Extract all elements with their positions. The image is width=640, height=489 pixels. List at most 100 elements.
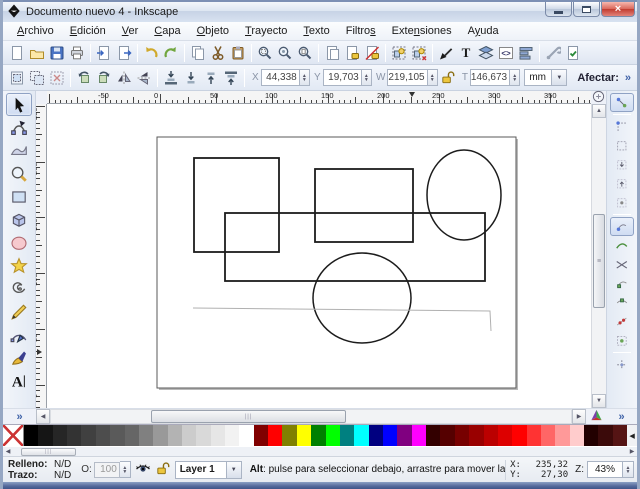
x-field[interactable]: 44,338 — [261, 69, 300, 86]
color-swatch-7[interactable] — [125, 425, 139, 446]
snap-object-centers-button[interactable] — [610, 331, 634, 350]
height-field[interactable]: 146,673 — [470, 69, 510, 86]
color-swatch-5[interactable] — [96, 425, 110, 446]
palette-scroll-right-button[interactable]: ▶ — [627, 447, 637, 456]
minimize-button[interactable] — [545, 2, 572, 17]
opacity-field[interactable]: 100 — [94, 462, 120, 478]
vertical-ruler[interactable]: 250200150100500 — [36, 104, 47, 408]
fill-stroke-dialog-icon[interactable] — [436, 43, 456, 63]
rotate-ccw-icon[interactable] — [74, 68, 94, 88]
layer-lock-toggle[interactable] — [155, 461, 171, 479]
menu-edición[interactable]: Edición — [62, 23, 114, 39]
color-swatch-33[interactable] — [498, 425, 512, 446]
fill-stroke-indicator[interactable]: Relleno:N/D Trazo:N/D — [3, 459, 71, 481]
snapbar-overflow-chevron[interactable]: » — [618, 411, 624, 423]
current-layer[interactable]: Layer 1 — [175, 461, 227, 479]
enable-snapping-button[interactable] — [610, 93, 634, 112]
color-swatch-26[interactable] — [397, 425, 411, 446]
unit-selector[interactable]: mm▼ — [524, 69, 567, 86]
export-icon[interactable] — [114, 43, 134, 63]
color-swatch-29[interactable] — [440, 425, 454, 446]
zoom-drawing-icon[interactable] — [275, 43, 295, 63]
import-icon[interactable] — [94, 43, 114, 63]
duplicate-icon[interactable] — [322, 43, 342, 63]
color-swatch-31[interactable] — [469, 425, 483, 446]
preferences-icon[interactable] — [543, 43, 563, 63]
color-swatch-40[interactable] — [598, 425, 612, 446]
align-dialog-icon[interactable] — [516, 43, 536, 63]
snap-midpoints-button[interactable] — [610, 312, 634, 331]
color-swatch-14[interactable] — [225, 425, 239, 446]
snap-paths-button[interactable] — [610, 236, 634, 255]
maximize-button[interactable] — [573, 2, 600, 17]
menu-archivo[interactable]: Archivo — [9, 23, 62, 39]
color-swatch-19[interactable] — [297, 425, 311, 446]
menu-ver[interactable]: Ver — [114, 23, 147, 39]
paste-icon[interactable] — [228, 43, 248, 63]
color-swatch-0[interactable] — [24, 425, 38, 446]
color-swatch-2[interactable] — [53, 425, 67, 446]
rect-tool-button[interactable] — [6, 185, 32, 208]
menu-ayuda[interactable]: Ayuda — [460, 23, 507, 39]
color-swatch-38[interactable] — [570, 425, 584, 446]
document-properties-icon[interactable] — [563, 43, 583, 63]
tweak-tool-button[interactable] — [6, 139, 32, 162]
tool-options-overflow-chevron[interactable]: » — [625, 72, 631, 84]
y-field[interactable]: 19,703 — [323, 69, 362, 86]
color-swatch-41[interactable] — [613, 425, 627, 446]
no-color-swatch[interactable] — [3, 425, 24, 446]
scroll-right-button[interactable]: ▶ — [572, 409, 586, 424]
redo-icon[interactable] — [161, 43, 181, 63]
color-swatch-23[interactable] — [354, 425, 368, 446]
color-swatch-9[interactable] — [153, 425, 167, 446]
snap-bbox-button[interactable] — [610, 117, 634, 136]
scroll-up-button[interactable]: ▲ — [592, 104, 606, 118]
raise-to-top-icon[interactable] — [221, 68, 241, 88]
unit-dropdown-button[interactable]: ▼ — [552, 69, 567, 86]
lower-to-bottom-icon[interactable] — [161, 68, 181, 88]
menu-texto[interactable]: Texto — [295, 23, 337, 39]
color-swatch-35[interactable] — [527, 425, 541, 446]
zoom-page-icon[interactable] — [295, 43, 315, 63]
calligraphy-tool-button[interactable] — [6, 346, 32, 369]
width-field[interactable]: 219,105 — [387, 69, 427, 86]
color-swatch-24[interactable] — [369, 425, 383, 446]
star-tool-button[interactable] — [6, 254, 32, 277]
height-field-spinner[interactable]: ▲▼ — [510, 69, 520, 86]
print-icon[interactable] — [67, 43, 87, 63]
horizontal-scroll-track[interactable]: ||| — [50, 409, 572, 424]
rotate-cw-icon[interactable] — [94, 68, 114, 88]
title-bar[interactable]: Documento nuevo 4 - Inkscape × — [3, 0, 637, 22]
layer-dropdown-button[interactable]: ▼ — [227, 461, 242, 479]
color-swatch-4[interactable] — [81, 425, 95, 446]
palette-scroll-left-button[interactable]: ◀ — [3, 447, 13, 456]
snap-bbox-edges-button[interactable] — [610, 136, 634, 155]
unit-value[interactable]: mm — [524, 69, 552, 86]
save-document-icon[interactable] — [47, 43, 67, 63]
color-swatch-18[interactable] — [282, 425, 296, 446]
zoom-selection-icon[interactable] — [255, 43, 275, 63]
palette-scroll-thumb[interactable]: ||| — [21, 448, 76, 456]
color-swatch-27[interactable] — [412, 425, 426, 446]
menu-extensiones[interactable]: Extensiones — [384, 23, 460, 39]
snap-path-intersections-button[interactable] — [610, 255, 634, 274]
y-field-spinner[interactable]: ▲▼ — [362, 69, 372, 86]
flip-horizontal-icon[interactable] — [114, 68, 134, 88]
color-swatch-25[interactable] — [383, 425, 397, 446]
group-icon[interactable] — [389, 43, 409, 63]
vertical-scroll-track[interactable]: ≡ — [592, 118, 606, 394]
cut-icon[interactable] — [208, 43, 228, 63]
zoom-field[interactable]: 43% — [587, 461, 623, 478]
color-swatch-17[interactable] — [268, 425, 282, 446]
snap-nodes-button[interactable] — [610, 217, 634, 236]
ungroup-icon[interactable] — [409, 43, 429, 63]
snap-bbox-corners-button[interactable] — [610, 155, 634, 174]
width-field-spinner[interactable]: ▲▼ — [428, 69, 438, 86]
xml-editor-icon[interactable]: <> — [496, 43, 516, 63]
snap-bbox-edge-midpoints-button[interactable] — [610, 174, 634, 193]
scroll-down-button[interactable]: ▼ — [592, 394, 606, 408]
menu-objeto[interactable]: Objeto — [189, 23, 237, 39]
color-managed-view-button[interactable] — [586, 409, 606, 424]
pencil-tool-button[interactable] — [6, 300, 32, 323]
layer-visibility-toggle[interactable] — [135, 461, 151, 479]
